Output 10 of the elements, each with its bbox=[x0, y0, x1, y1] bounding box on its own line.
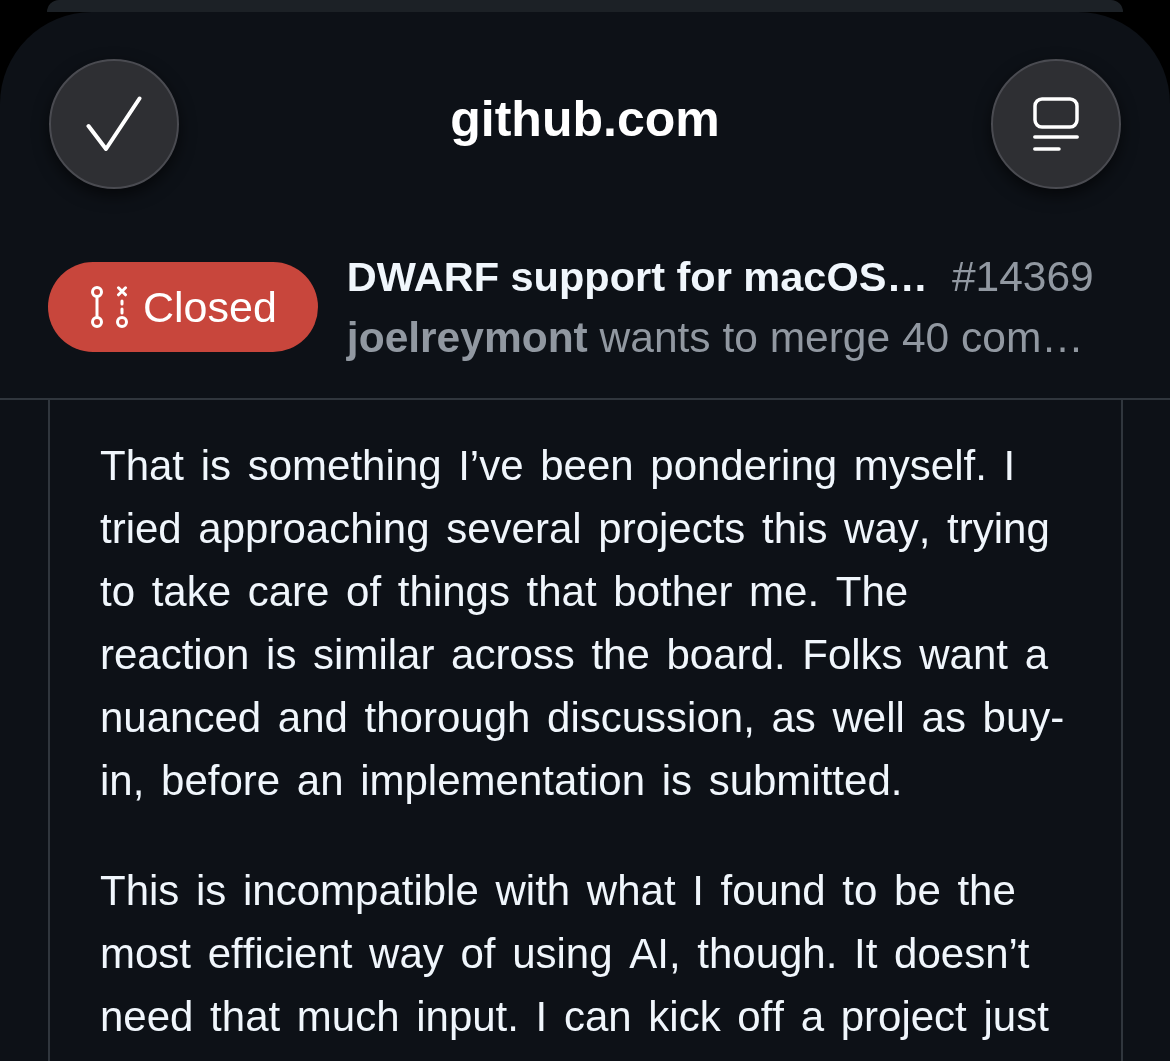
comment-paragraph: That is something I’ve been pondering myself. I tried approaching several projects this way, trying to take care of things that bother me. The reaction is similar across the board. Folks want a nuanced and thorough discussion, as well as buy-in, before an implementation is submitted. bbox=[100, 441, 1066, 806]
comment-paragraph: This is incompatible with what I found to be the most efficient way of using AI, though. It doesn’t need that much input. I can kick off a project just bbox=[100, 866, 1050, 1042]
checkmark-icon bbox=[86, 96, 142, 152]
pr-number: #14369 bbox=[951, 253, 1094, 300]
status-label: Closed bbox=[143, 285, 277, 329]
pull-request-closed-icon bbox=[90, 286, 130, 328]
pr-title[interactable]: DWARF support for macOS… bbox=[346, 253, 928, 300]
card-lines-icon bbox=[1033, 97, 1079, 151]
pr-summary: joelreymont wants to merge 40 com… bbox=[346, 313, 1085, 363]
site-address: github.com bbox=[449, 89, 721, 149]
